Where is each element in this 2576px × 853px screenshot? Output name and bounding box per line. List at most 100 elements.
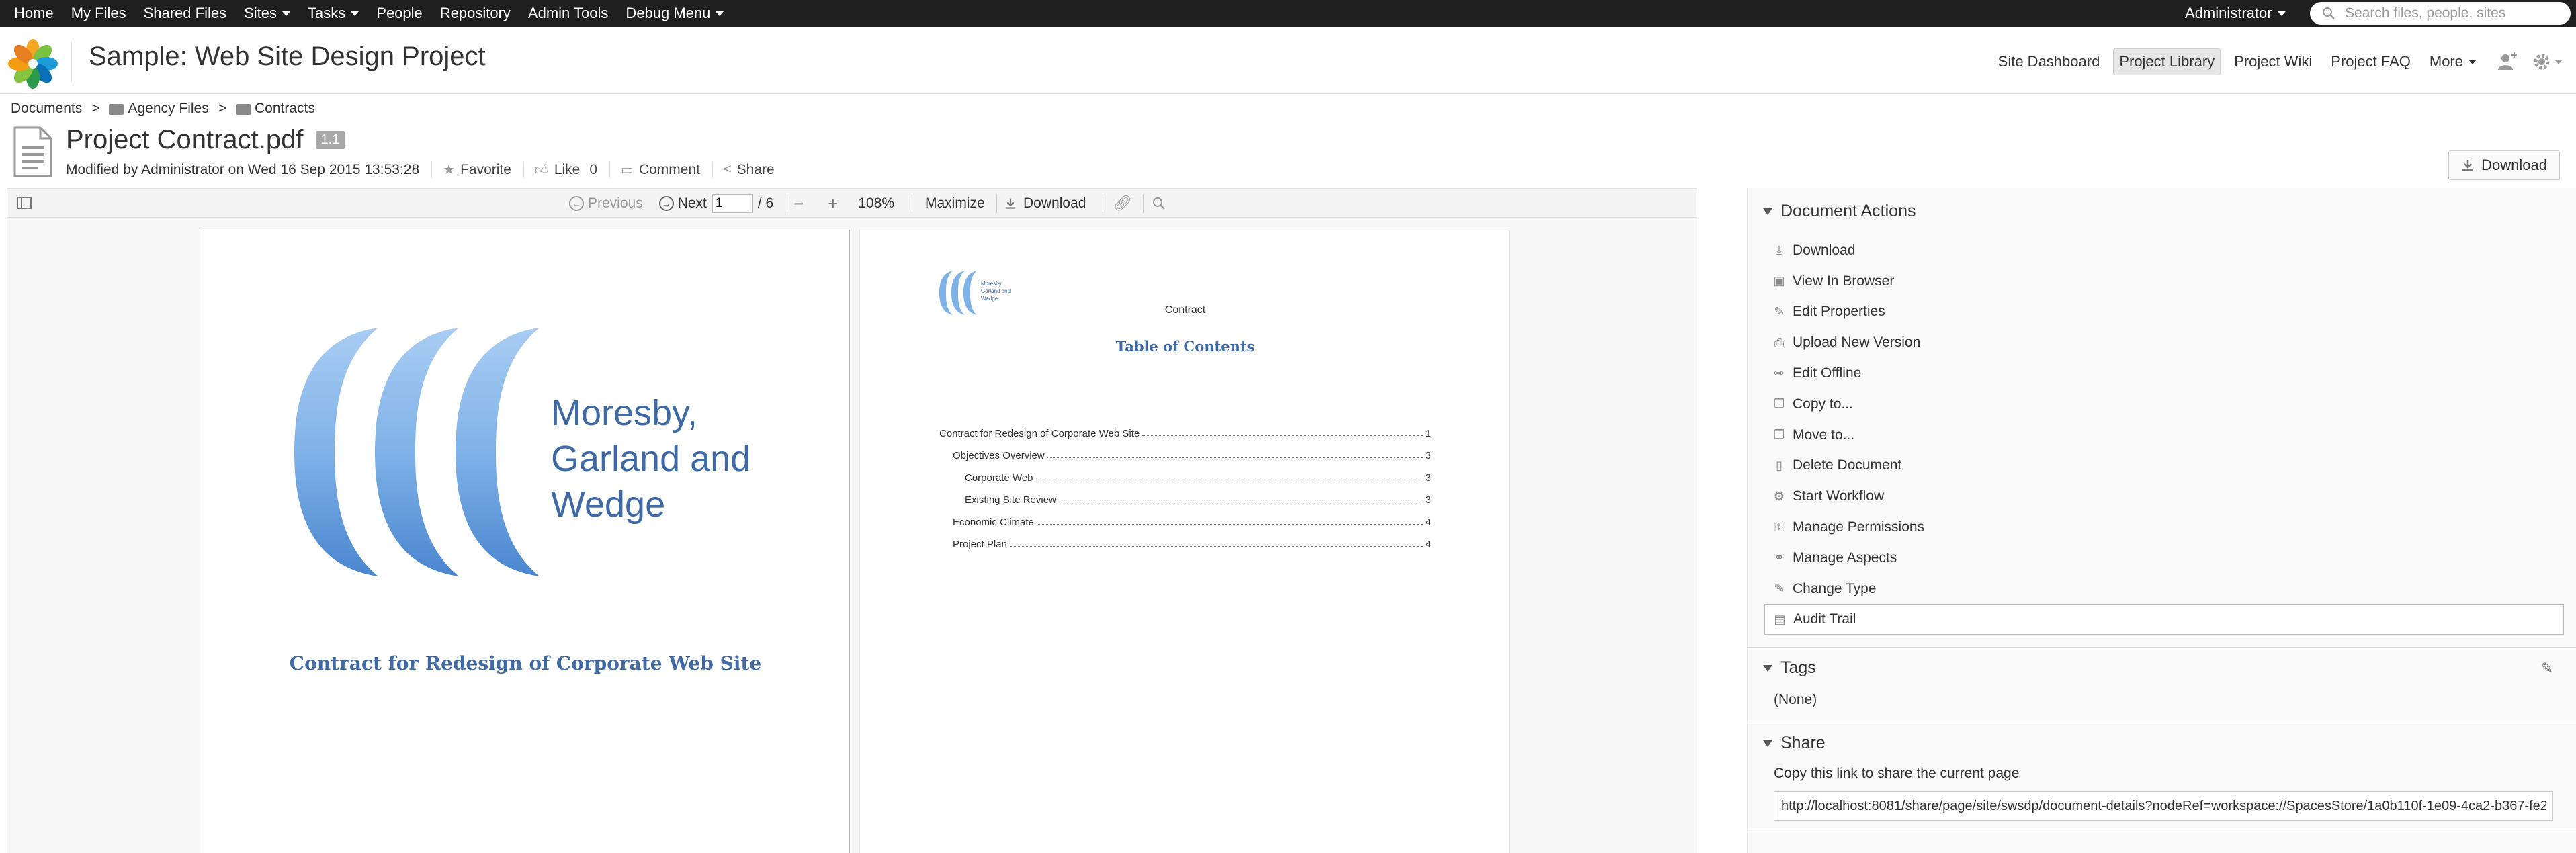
viewer-search-button[interactable]: [1152, 189, 1166, 218]
workflow-icon: ⚙: [1773, 489, 1785, 503]
tags-value: (None): [1774, 692, 1817, 707]
action-move-to[interactable]: ❐ Move to...: [1764, 420, 2564, 451]
nav-debug-menu[interactable]: Debug Menu: [626, 5, 724, 22]
zoom-out-icon[interactable]: −: [793, 193, 804, 214]
nav-people[interactable]: People: [376, 5, 423, 22]
action-download[interactable]: ⤓ Download: [1764, 235, 2564, 266]
document-icon: [13, 126, 52, 177]
toc-entry: Corporate Web 3: [939, 461, 1431, 484]
nav-sites[interactable]: Sites: [244, 5, 291, 22]
favorite-button[interactable]: ★ Favorite: [431, 161, 511, 178]
action-audit-trail[interactable]: ▤ Audit Trail: [1764, 604, 2564, 635]
search-box: [2310, 2, 2571, 25]
toc-entry-page: 3: [1425, 472, 1431, 484]
viewer-toolbar: ← Previous →Next / 6 − + 108% Maximize Do…: [7, 188, 1697, 218]
small-logo-line-3: Wedge: [981, 296, 998, 302]
sidebar-toggle-icon[interactable]: [17, 197, 32, 209]
document-download-button[interactable]: Download: [2448, 150, 2560, 180]
toc-entry-page: 3: [1425, 450, 1431, 461]
viewer-download-label: Download: [1023, 195, 1086, 211]
toc-entry-page: 4: [1425, 517, 1431, 528]
company-name-line-3: Wedge: [551, 484, 666, 525]
toc-entry: Project Plan 4: [939, 528, 1431, 550]
search-icon: [2323, 7, 2335, 19]
action-label: Download: [1793, 242, 1856, 258]
site-members-button[interactable]: [2497, 52, 2517, 72]
arrow-right-icon: →: [658, 196, 674, 211]
breadcrumb-agency-files[interactable]: Agency Files: [128, 101, 208, 117]
zoom-level[interactable]: 108%: [858, 195, 894, 212]
site-config-button[interactable]: [2532, 52, 2563, 72]
breadcrumb-contracts[interactable]: Contracts: [255, 101, 315, 117]
document-actions-header[interactable]: Document Actions: [1763, 201, 1916, 221]
edit-tags-icon[interactable]: ✎: [2541, 660, 2553, 677]
company-name-line-1: Moresby,: [551, 393, 698, 433]
action-label: Copy to...: [1793, 396, 1853, 412]
page-total: / 6: [757, 195, 774, 211]
share-header[interactable]: Share: [1763, 733, 1826, 753]
site-nav-more[interactable]: More: [2424, 49, 2482, 75]
company-logo: [294, 328, 540, 576]
share-button[interactable]: < Share: [712, 161, 775, 178]
collapse-triangle-icon: [1763, 739, 1772, 747]
action-change-type[interactable]: ✎ Change Type: [1764, 574, 2564, 604]
nav-tasks[interactable]: Tasks: [308, 5, 359, 22]
share-link-field[interactable]: [1774, 791, 2553, 821]
site-nav-library[interactable]: Project Library: [2113, 48, 2221, 75]
viewer-download-button[interactable]: Download: [1004, 189, 1086, 218]
action-edit-offline[interactable]: ✏ Edit Offline: [1764, 358, 2564, 389]
toolbar-separator: [996, 194, 997, 213]
page-number-input[interactable]: [712, 194, 753, 213]
search-input[interactable]: [2344, 5, 2559, 22]
nav-repository[interactable]: Repository: [440, 5, 511, 22]
comment-button[interactable]: ▭ Comment: [609, 161, 700, 178]
site-nav-wiki[interactable]: Project Wiki: [2229, 49, 2317, 75]
toc-entry-label: Existing Site Review: [965, 494, 1056, 506]
move-icon: ❐: [1773, 428, 1785, 442]
zoom-controls: − + 108%: [791, 189, 894, 218]
maximize-button[interactable]: Maximize: [925, 189, 985, 218]
browser-icon: ▣: [1773, 274, 1785, 288]
page2-heading: Contract: [1164, 304, 1206, 316]
action-manage-permissions[interactable]: ⚿ Manage Permissions: [1764, 512, 2564, 543]
action-manage-aspects[interactable]: ⚭ Manage Aspects: [1764, 543, 2564, 574]
document-viewer[interactable]: Moresby, Garland and Wedge Contract for …: [7, 218, 1697, 853]
like-button[interactable]: 👍︎ Like 0: [523, 161, 597, 178]
tags-header[interactable]: Tags: [1763, 658, 1816, 678]
nav-home[interactable]: Home: [14, 5, 54, 22]
folder-icon: [109, 104, 124, 115]
action-delete-document[interactable]: ▯ Delete Document: [1764, 451, 2564, 482]
toc-leader: [1142, 435, 1423, 436]
next-page-button[interactable]: → Next: [658, 195, 707, 212]
action-start-workflow[interactable]: ⚙ Start Workflow: [1764, 481, 2564, 512]
like-label: Like: [554, 161, 581, 177]
action-edit-properties[interactable]: ✎ Edit Properties: [1764, 297, 2564, 328]
nav-shared-files[interactable]: Shared Files: [144, 5, 227, 22]
nav-admin-tools[interactable]: Admin Tools: [528, 5, 608, 22]
folder-icon: [235, 104, 251, 115]
chevron-down-icon: [2277, 11, 2286, 16]
action-view-in-browser[interactable]: ▣ View In Browser: [1764, 266, 2564, 297]
user-menu[interactable]: Administrator: [2185, 0, 2286, 27]
page-navigation: ← Previous →Next / 6: [569, 189, 773, 218]
top-nav: Home My Files Shared Files Sites Tasks P…: [5, 0, 732, 27]
nav-sites-label: Sites: [244, 5, 277, 21]
zoom-in-icon[interactable]: +: [828, 193, 838, 214]
pdf-page-2: Moresby, Garland and Wedge Contract Tabl…: [859, 230, 1510, 853]
action-label: Change Type: [1793, 580, 1877, 596]
action-copy-to[interactable]: ❐ Copy to...: [1764, 389, 2564, 420]
breadcrumb-documents[interactable]: Documents: [11, 101, 82, 117]
site-nav-dashboard[interactable]: Site Dashboard: [1993, 49, 2106, 75]
user-icon: [2498, 52, 2517, 70]
company-name-line-2: Garland and: [551, 439, 751, 479]
site-nav-faq[interactable]: Project FAQ: [2325, 49, 2416, 75]
link-icon[interactable]: 🔗︎: [1113, 189, 1132, 218]
chevron-down-icon: [716, 11, 724, 16]
previous-page-button[interactable]: ← Previous: [569, 195, 643, 212]
document-actions-list: ⤓ Download ▣ View In Browser ✎ Edit Propert…: [1764, 235, 2564, 635]
copy-icon: ❐: [1773, 397, 1785, 411]
action-upload-new-version[interactable]: ⎙ Upload New Version: [1764, 327, 2564, 358]
arrow-left-icon: ←: [569, 196, 584, 211]
site-nav: Site Dashboard Project Library Project W…: [1985, 47, 2563, 77]
nav-my-files[interactable]: My Files: [71, 5, 126, 22]
